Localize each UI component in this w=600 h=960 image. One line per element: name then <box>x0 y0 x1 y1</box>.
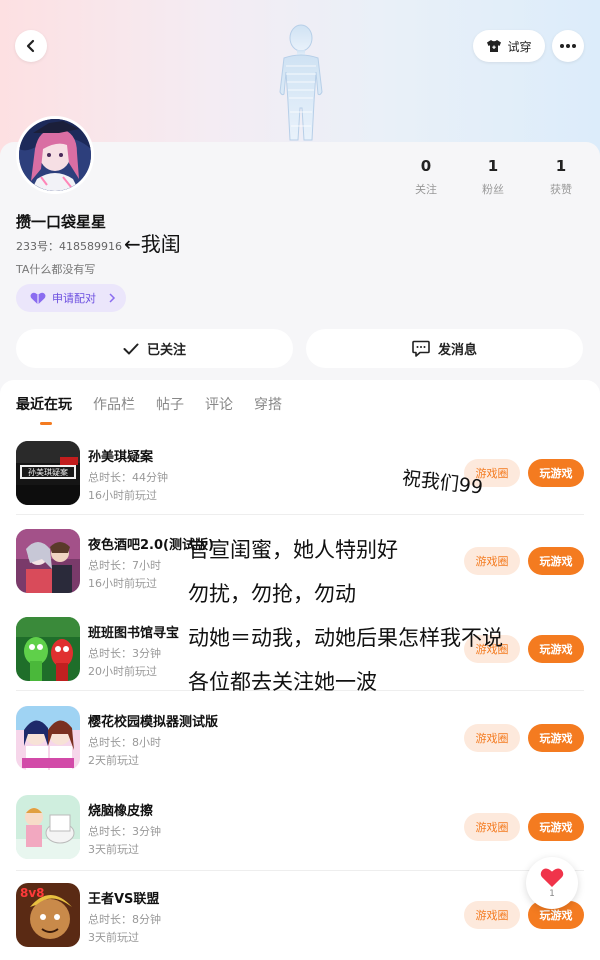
game-duration: 总时长：8分钟 <box>88 913 161 926</box>
game-circle-button[interactable]: 游戏圈 <box>464 901 520 929</box>
annotation-line-2: 勿扰，勿抢，勿动 <box>188 582 356 606</box>
game-row[interactable]: 8v8 王者VS联盟 总时长：8分钟 3天前玩过 游戏圈 玩游戏 <box>0 883 600 960</box>
game-last-played: 3天前玩过 <box>88 843 139 856</box>
game-last-played: 3天前玩过 <box>88 931 139 944</box>
game-name: 班班图书馆寻宝 <box>88 626 180 641</box>
floating-like-button[interactable]: 1 <box>526 857 578 909</box>
likes-label: 获赞 <box>550 183 572 196</box>
play-game-button[interactable]: 玩游戏 <box>528 547 584 575</box>
more-dots-icon <box>560 44 576 48</box>
user-id: 233号：418589916 <box>16 240 122 253</box>
back-button[interactable] <box>15 30 47 62</box>
following-label: 关注 <box>415 183 437 196</box>
stat-followers[interactable]: 1 粉丝 <box>468 157 518 197</box>
king-vs-league-game-icon: 8v8 <box>16 883 80 947</box>
chevron-right-icon <box>109 293 116 303</box>
play-game-button[interactable]: 玩游戏 <box>528 724 584 752</box>
tshirt-icon <box>487 40 502 52</box>
tab-works[interactable]: 作品栏 <box>93 394 135 414</box>
game-row[interactable]: 樱花校园模拟器测试版 总时长：8小时 2天前玩过 游戏圈 玩游戏 <box>0 706 600 794</box>
annotation-line-3: 动她＝动我，动她后果怎样我不说 <box>188 626 503 650</box>
heart-pair-icon <box>30 292 46 304</box>
apply-pair-button[interactable]: 申请配对 <box>16 284 126 312</box>
game-row[interactable]: 孙美琪疑案 孙美琪疑案 总时长：44分钟 16小时前玩过 游戏圈 玩游戏 <box>0 441 600 529</box>
banban-game-icon <box>16 617 80 681</box>
game-duration: 总时长：3分钟 <box>88 825 161 838</box>
game-duration: 总时长：8小时 <box>88 736 161 749</box>
followers-count: 1 <box>487 157 499 175</box>
tab-recently-played[interactable]: 最近在玩 <box>16 394 72 414</box>
game-duration: 总时长：44分钟 <box>88 471 168 484</box>
svg-text:8v8: 8v8 <box>20 886 45 900</box>
game-duration: 总时长：7小时 <box>88 559 161 572</box>
tab-posts[interactable]: 帖子 <box>156 394 184 414</box>
likes-count: 1 <box>555 157 567 175</box>
annotation-arrow-note: ←我闺 <box>124 232 181 256</box>
try-on-button[interactable]: 试穿 <box>473 30 545 62</box>
like-count: 1 <box>549 889 555 899</box>
game-name: 樱花校园模拟器测试版 <box>88 715 219 730</box>
avatar-outfit-figure <box>279 24 323 141</box>
game-row[interactable]: 烧脑橡皮擦 总时长：3分钟 3天前玩过 游戏圈 玩游戏 <box>0 795 600 883</box>
try-on-label: 试穿 <box>507 39 532 54</box>
send-message-button[interactable]: 发消息 <box>306 329 583 368</box>
active-tab-indicator <box>40 422 52 425</box>
game-last-played: 2天前玩过 <box>88 754 139 767</box>
username: 攒一口袋星星 <box>16 213 107 231</box>
game-circle-button[interactable]: 游戏圈 <box>464 724 520 752</box>
chevron-left-icon <box>26 39 35 53</box>
user-avatar[interactable] <box>16 116 94 194</box>
message-icon <box>412 340 430 357</box>
sun-meiqi-game-icon: 孙美琪疑案 <box>16 441 80 505</box>
annotation-line-4: 各位都去关注她一波 <box>188 670 377 694</box>
following-count: 0 <box>420 157 432 175</box>
game-circle-button[interactable]: 游戏圈 <box>464 547 520 575</box>
avatar-image <box>19 119 91 191</box>
brain-eraser-game-icon <box>16 795 80 859</box>
play-game-button[interactable]: 玩游戏 <box>528 635 584 663</box>
game-name: 王者VS联盟 <box>88 892 160 907</box>
stat-likes[interactable]: 1 获赞 <box>536 157 586 197</box>
check-icon <box>123 343 139 354</box>
game-last-played: 16小时前玩过 <box>88 577 157 590</box>
game-duration: 总时长：3分钟 <box>88 647 161 660</box>
game-last-played: 20小时前玩过 <box>88 665 157 678</box>
followed-button[interactable]: 已关注 <box>16 329 293 368</box>
row-divider <box>16 870 584 871</box>
game-name: 烧脑橡皮擦 <box>88 804 154 819</box>
play-game-button[interactable]: 玩游戏 <box>528 813 584 841</box>
svg-text:孙美琪疑案: 孙美琪疑案 <box>28 467 68 477</box>
game-circle-button[interactable]: 游戏圈 <box>464 813 520 841</box>
night-bar-game-icon <box>16 529 80 593</box>
sakura-school-game-icon <box>16 706 80 770</box>
more-options-button[interactable] <box>552 30 584 62</box>
stat-following[interactable]: 0 关注 <box>401 157 451 197</box>
send-message-label: 发消息 <box>437 343 477 358</box>
game-name: 孙美琪疑案 <box>88 450 154 465</box>
row-divider <box>16 514 584 515</box>
heart-icon <box>540 868 564 887</box>
annotation-line-1: 官宣闺蜜，她人特别好 <box>188 538 398 562</box>
user-bio: TA什么都没有写 <box>16 263 96 276</box>
followers-label: 粉丝 <box>482 183 504 196</box>
tab-outfits[interactable]: 穿搭 <box>254 394 282 414</box>
apply-pair-label: 申请配对 <box>52 292 96 305</box>
play-game-button[interactable]: 玩游戏 <box>528 459 584 487</box>
tab-comments[interactable]: 评论 <box>205 394 233 414</box>
followed-label: 已关注 <box>146 343 186 358</box>
profile-tabs: 最近在玩 作品栏 帖子 评论 穿搭 <box>16 394 282 414</box>
game-last-played: 16小时前玩过 <box>88 489 157 502</box>
